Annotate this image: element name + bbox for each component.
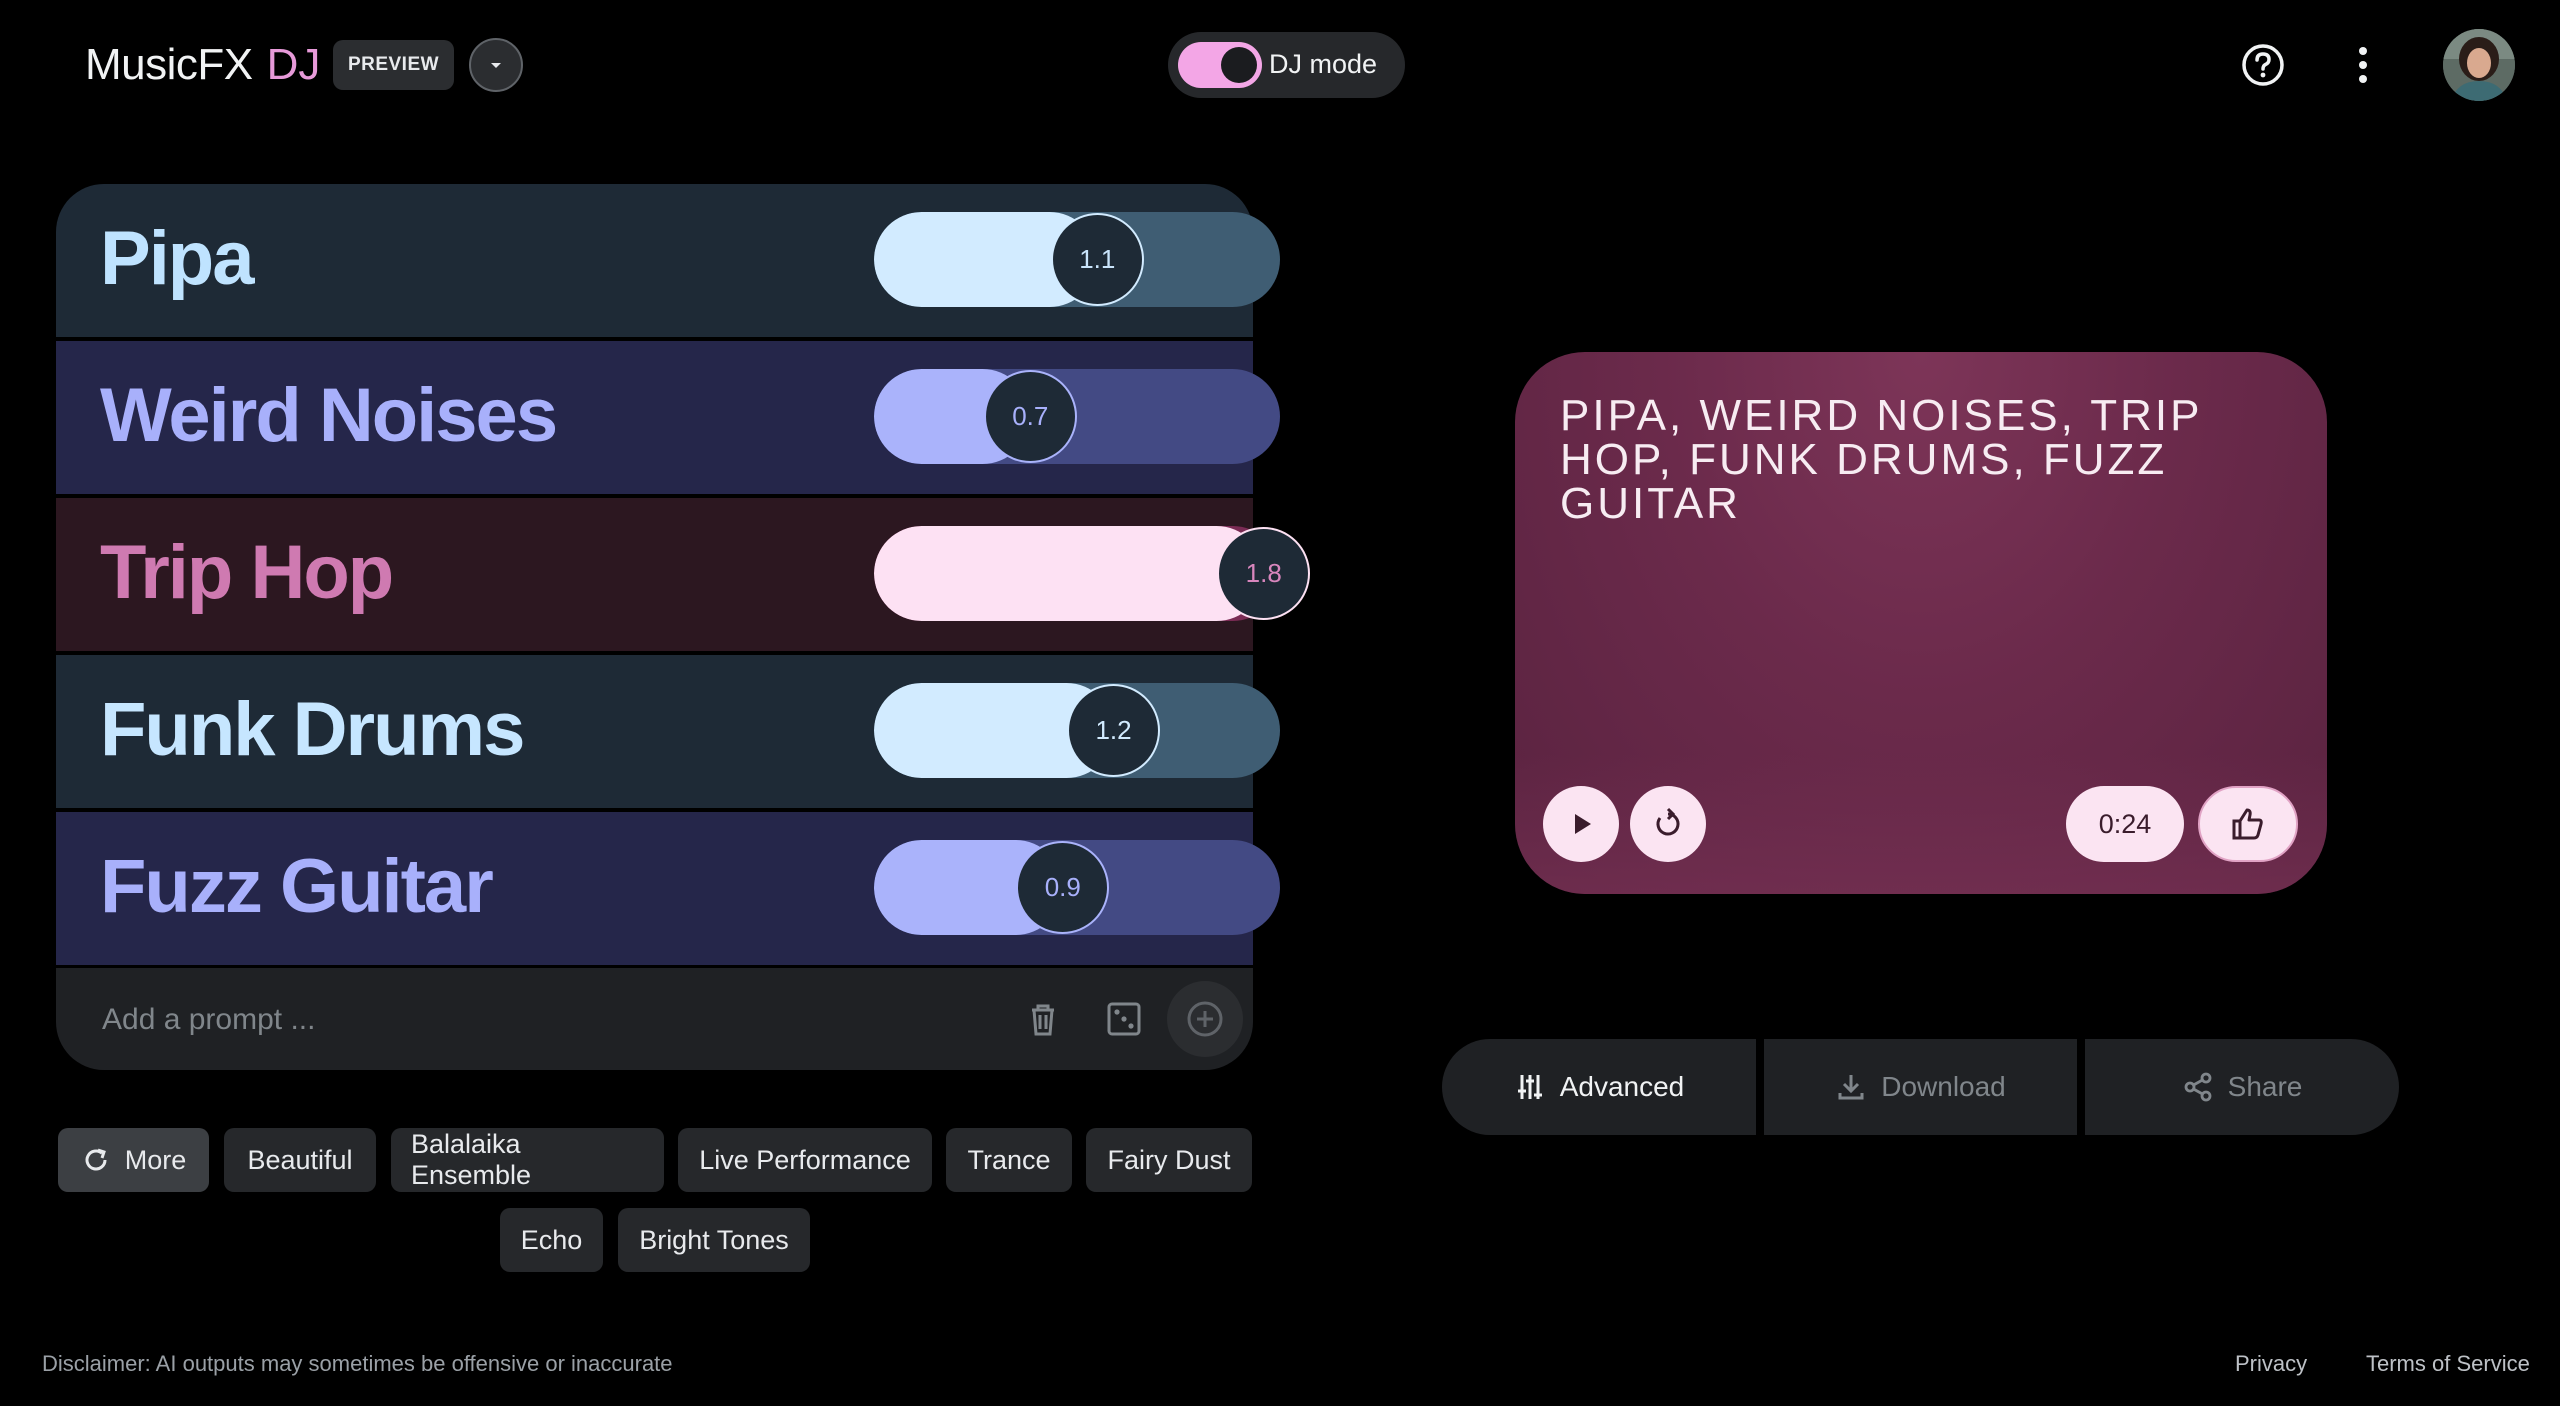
suggestion-chip[interactable]: Fairy Dust	[1086, 1128, 1252, 1192]
prompt-label: Funk Drums	[100, 687, 525, 772]
download-icon	[1838, 1075, 1864, 1100]
elapsed-time: 0:24	[2066, 786, 2184, 862]
weight-slider-thumb[interactable]: 1.1	[1052, 215, 1142, 304]
user-avatar[interactable]	[2443, 29, 2515, 101]
share-icon	[2184, 1072, 2212, 1102]
dice-icon[interactable]	[1103, 998, 1145, 1040]
switch-knob	[1221, 47, 1257, 83]
dj-mode-label: DJ mode	[1269, 49, 1378, 79]
weight-slider-track[interactable]	[874, 369, 1280, 464]
weight-slider-thumb[interactable]: 1.2	[1069, 686, 1159, 775]
app-suffix: DJ	[266, 40, 321, 89]
prompt-card-trip-hop[interactable]: Trip Hop 1.8	[56, 498, 1309, 651]
prompt-card-fuzz-guitar[interactable]: Fuzz Guitar 0.9	[56, 812, 1280, 965]
suggestion-chip[interactable]: Live Performance	[678, 1128, 932, 1192]
disclaimer-text: Disclaimer: AI outputs may sometimes be …	[42, 1351, 673, 1376]
privacy-link[interactable]: Privacy	[2235, 1351, 2307, 1377]
dj-mode-switch[interactable]	[1178, 42, 1262, 88]
prompt-label: Fuzz Guitar	[100, 844, 494, 929]
more-suggestions-button[interactable]: More	[58, 1128, 209, 1192]
tune-icon	[1517, 1075, 1542, 1099]
prompt-card-funk-drums[interactable]: Funk Drums 1.2	[56, 655, 1280, 808]
share-label: Share	[2227, 1071, 2303, 1102]
prompt-label: Trip Hop	[100, 530, 394, 615]
avatar-image	[2443, 29, 2515, 101]
more-label: More	[124, 1144, 187, 1175]
download-label: Download	[1881, 1071, 2006, 1102]
add-prompt-bar	[56, 968, 1253, 1070]
add-circle-icon	[1187, 1001, 1223, 1037]
replay-button[interactable]	[1630, 786, 1706, 862]
refresh-icon	[85, 1148, 107, 1171]
add-prompt-input[interactable]	[100, 994, 984, 1046]
weight-slider-fill	[874, 526, 1264, 621]
now-playing-title: PIPA, WEIRD NOISES, TRIP HOP, FUNK DRUMS…	[1560, 391, 2202, 528]
weight-slider-thumb[interactable]: 0.9	[1018, 843, 1108, 932]
prompt-label: Weird Noises	[100, 373, 558, 458]
suggestion-chip[interactable]: Trance	[946, 1128, 1072, 1192]
app-name: MusicFX	[85, 40, 253, 89]
prompt-card-pipa[interactable]: Pipa 1.1	[56, 184, 1280, 337]
app-menu-dropdown-button[interactable]	[469, 38, 523, 92]
thumb-up-icon	[2232, 808, 2263, 840]
play-button[interactable]	[1543, 786, 1619, 862]
suggestion-chip[interactable]: Echo	[500, 1208, 603, 1272]
chevron-down-icon	[491, 63, 501, 68]
preview-badge: PREVIEW	[333, 40, 454, 90]
suggestion-chip[interactable]: Bright Tones	[618, 1208, 810, 1272]
prompt-card-weird-noises[interactable]: Weird Noises 0.7	[56, 341, 1280, 494]
play-icon	[1575, 814, 1591, 834]
advanced-button[interactable]: Advanced	[1442, 1039, 1756, 1135]
share-button[interactable]: Share	[2085, 1039, 2399, 1135]
suggestion-chip[interactable]: Beautiful	[224, 1128, 376, 1192]
app-logo: MusicFX DJ	[85, 38, 320, 92]
more-vert-icon[interactable]	[2350, 42, 2376, 88]
add-prompt-button[interactable]	[1167, 981, 1243, 1057]
terms-link[interactable]: Terms of Service	[2366, 1351, 2530, 1377]
weight-slider-thumb[interactable]: 1.8	[1219, 529, 1309, 618]
trash-icon[interactable]	[1022, 998, 1064, 1040]
like-button[interactable]	[2198, 786, 2298, 862]
help-icon[interactable]	[2240, 42, 2286, 88]
download-button[interactable]: Download	[1764, 1039, 2077, 1135]
replay-icon	[1656, 807, 1680, 836]
weight-slider-thumb[interactable]: 0.7	[985, 372, 1075, 461]
suggestion-chip[interactable]: Balalaika Ensemble	[391, 1128, 664, 1192]
advanced-label: Advanced	[1559, 1071, 1685, 1102]
prompt-label: Pipa	[100, 216, 254, 301]
now-playing-card: PIPA, WEIRD NOISES, TRIP HOP, FUNK DRUMS…	[1515, 352, 2327, 894]
